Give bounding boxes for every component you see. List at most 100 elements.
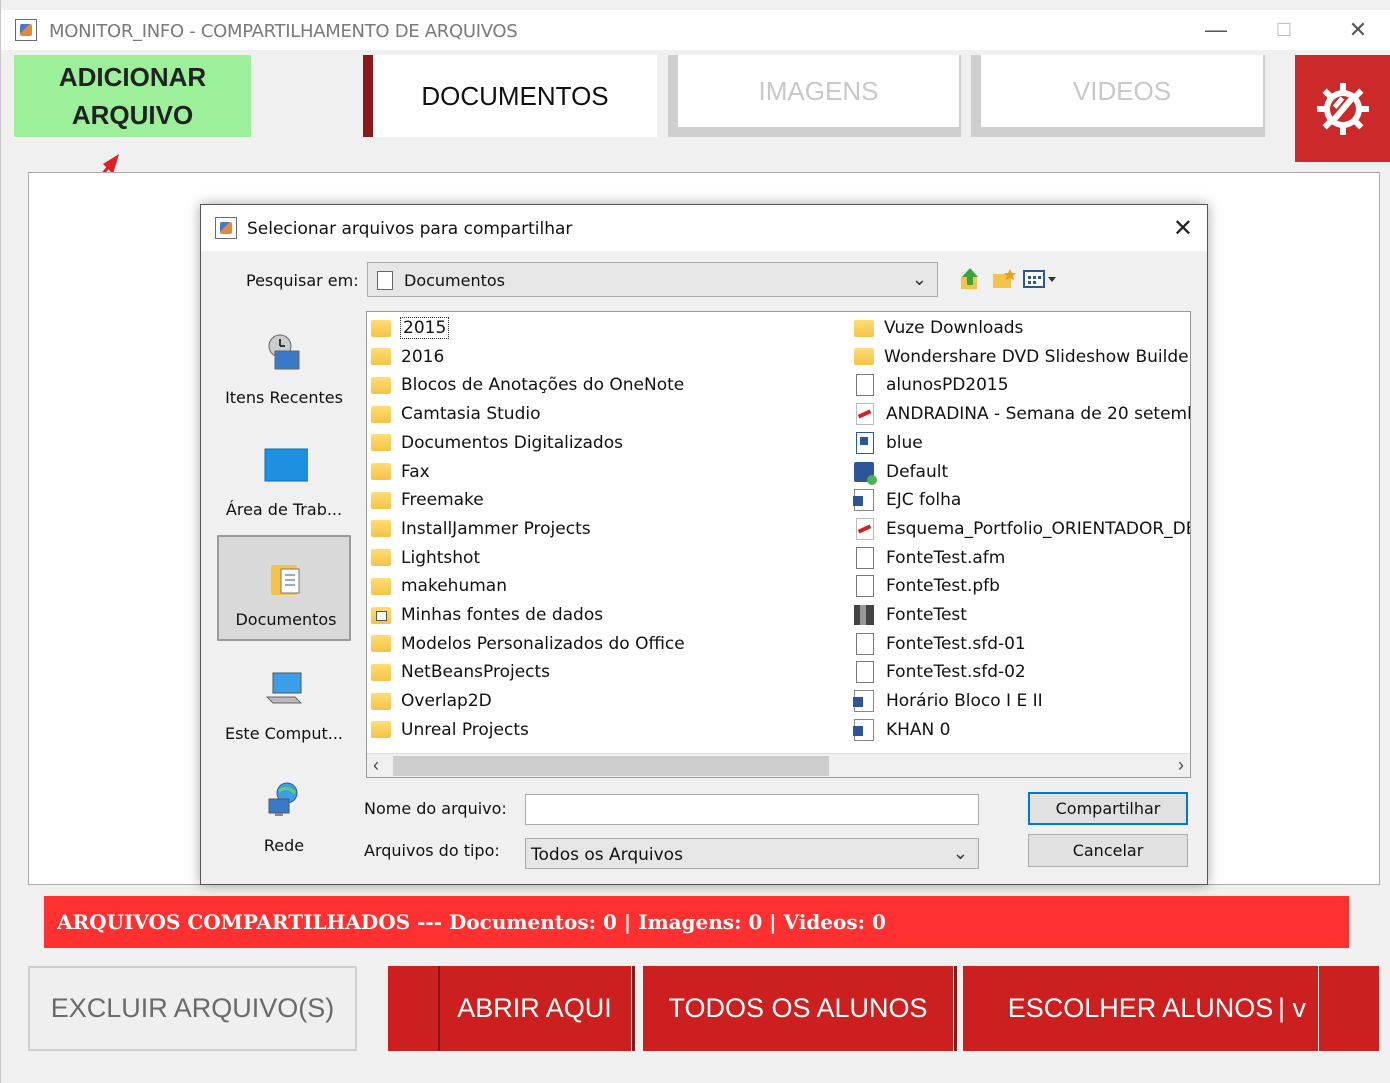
share-button[interactable]: Compartilhar (1028, 792, 1188, 825)
file-list-item[interactable]: Blocos de Anotações do OneNote (371, 371, 684, 399)
file-list-item[interactable]: Wondershare DVD Slideshow Builder (854, 343, 1190, 371)
file-list-item[interactable]: Horário Bloco I E II (853, 687, 1043, 715)
tab-documents[interactable]: DOCUMENTOS (363, 55, 657, 137)
filetype-combobox[interactable]: Todos os Arquivos ⌄ (525, 838, 979, 869)
file-list-item[interactable]: Freemake (371, 486, 484, 514)
file-list-item[interactable]: Overlap2D (371, 687, 492, 715)
folder-icon (854, 319, 874, 337)
file-list-item[interactable]: FonteTest.sfd-01 (854, 630, 1026, 658)
choose-students-dropdown-button[interactable]: | v (1267, 966, 1317, 1051)
horizontal-scrollbar[interactable]: ‹ › (367, 753, 1190, 777)
file-list-item[interactable]: alunosPD2015 (854, 371, 1009, 399)
file-list-item[interactable]: InstallJammer Projects (371, 515, 591, 543)
file-list-item[interactable]: Minhas fontes de dados (371, 601, 603, 629)
open-here-button[interactable]: ABRIR AQUI (388, 966, 631, 1051)
file-list-item[interactable]: FonteTest.sfd-02 (854, 658, 1026, 686)
file-name: InstallJammer Projects (401, 518, 591, 539)
file-list-item[interactable]: FonteTest.afm (854, 544, 1005, 572)
folder-icon (371, 721, 391, 739)
folder-icon (371, 663, 391, 681)
file-name: Freemake (401, 490, 484, 511)
folder-icon (371, 635, 391, 653)
dialog-title-bar: Selecionar arquivos para compartilhar ✕ (201, 205, 1207, 251)
file-list-item[interactable]: Modelos Personalizados do Office (371, 630, 685, 658)
file-list-item[interactable]: makehuman (371, 572, 507, 600)
file-list-item[interactable]: Esquema_Portfolio_ORIENTADOR_DE (854, 515, 1190, 543)
all-students-button[interactable]: TODOS OS ALUNOS (643, 966, 953, 1051)
add-file-button[interactable]: ADICIONAR ARQUIVO (14, 55, 251, 137)
computer-icon (265, 672, 303, 704)
file-name: FonteTest.pfb (886, 576, 1000, 597)
file-name: Overlap2D (401, 691, 492, 712)
settings-button[interactable] (1295, 55, 1390, 162)
file-name: KHAN 0 (886, 719, 951, 740)
file-list-item[interactable]: 2016 (371, 343, 444, 371)
file-name: Fax (401, 461, 430, 482)
up-folder-icon[interactable] (959, 267, 981, 291)
filename-label: Nome do arquivo: (364, 799, 507, 818)
places-sidebar: Itens Recentes Área de Trab... Documento… (217, 311, 351, 869)
maximize-button[interactable]: ☐ (1259, 10, 1309, 50)
link-file-icon (854, 461, 877, 485)
file-name: makehuman (401, 576, 507, 597)
folder-icon (371, 549, 391, 567)
network-icon (268, 782, 298, 816)
file-name: ANDRADINA - Semana de 20 setemb (886, 404, 1191, 425)
java-app-icon (15, 19, 37, 41)
file-list-item[interactable]: Camtasia Studio (371, 400, 540, 428)
desktop-icon (264, 448, 308, 482)
main-window: MONITOR_INFO - COMPARTILHAMENTO DE ARQUI… (0, 0, 1390, 1083)
documents-icon (271, 565, 300, 595)
file-list-item[interactable]: KHAN 0 (853, 716, 951, 744)
file-list-item[interactable]: Unreal Projects (371, 716, 529, 744)
tab-videos[interactable]: VIDEOS (971, 55, 1265, 137)
file-name: FonteTest (886, 605, 967, 625)
place-this-computer[interactable]: Este Comput... (217, 647, 351, 753)
folder-icon (371, 319, 391, 337)
file-list-item[interactable]: NetBeansProjects (371, 658, 550, 686)
file-list-item[interactable]: Vuze Downloads (854, 314, 1023, 342)
close-button[interactable]: ✕ (1333, 10, 1383, 50)
new-folder-icon[interactable] (992, 268, 1016, 290)
filetype-value: Todos os Arquivos (531, 845, 683, 865)
file-list-item[interactable]: FonteTest.pfb (854, 572, 1000, 600)
minimize-button[interactable]: — (1191, 10, 1241, 50)
file-name: 2015 (399, 317, 450, 339)
scroll-left-icon[interactable]: ‹ (373, 755, 379, 776)
folder-icon (371, 405, 391, 423)
filename-input[interactable] (525, 794, 979, 825)
place-desktop[interactable]: Área de Trab... (217, 423, 351, 529)
font-file-icon (854, 605, 874, 625)
place-documents[interactable]: Documentos (217, 535, 351, 641)
file-list-item[interactable]: Documentos Digitalizados (371, 429, 623, 457)
file-list-item[interactable]: ANDRADINA - Semana de 20 setemb (854, 400, 1191, 428)
place-network[interactable]: Rede (217, 759, 351, 865)
file-list-item[interactable]: blue (854, 429, 923, 457)
file-list-item[interactable]: Default (854, 458, 948, 486)
tab-images[interactable]: IMAGENS (668, 55, 961, 137)
file-list-item[interactable]: 2015 (371, 314, 450, 342)
file-name: blue (886, 432, 923, 453)
folder-icon (371, 520, 391, 538)
place-recent-items[interactable]: Itens Recentes (217, 311, 351, 417)
pdf-file-icon (856, 403, 874, 426)
scroll-right-icon[interactable]: › (1178, 755, 1184, 776)
view-menu-icon[interactable] (1023, 269, 1061, 289)
file-list-item[interactable]: FonteTest (854, 601, 967, 629)
lookin-label: Pesquisar em: (246, 271, 359, 290)
file-list-item[interactable]: Lightshot (371, 544, 480, 572)
dialog-title: Selecionar arquivos para compartilhar (247, 219, 573, 239)
lookin-value: Documentos (404, 271, 506, 290)
dialog-close-button[interactable]: ✕ (1173, 214, 1193, 243)
cancel-button[interactable]: Cancelar (1028, 834, 1188, 867)
choose-students-button[interactable]: ESCOLHER ALUNOS (963, 966, 1318, 1051)
delete-files-button[interactable]: EXCLUIR ARQUIVO(S) (28, 966, 357, 1051)
file-list[interactable]: 2015 2016 Blocos de Anotações do OneNote Ca… (366, 311, 1191, 778)
file-name: Vuze Downloads (884, 318, 1024, 338)
file-list-item[interactable]: EJC folha (853, 486, 962, 514)
file-name: EJC folha (886, 490, 962, 511)
lookin-combobox[interactable]: Documentos ⌄ (367, 262, 938, 297)
scroll-thumb[interactable] (393, 756, 829, 776)
recent-items-icon (268, 334, 300, 370)
file-list-item[interactable]: Fax (371, 458, 430, 486)
